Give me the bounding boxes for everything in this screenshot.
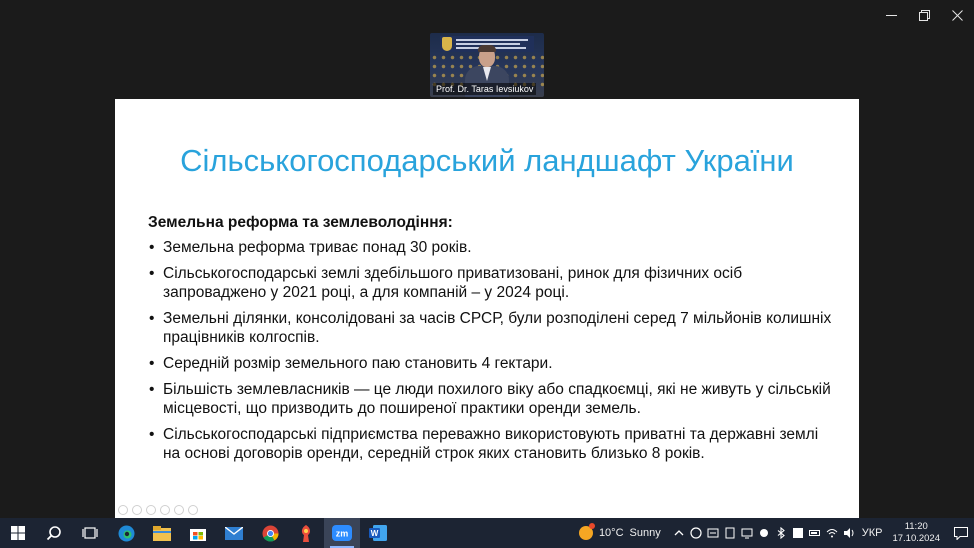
presentation-slide: Сільськогосподарський ландшафт України З… [115,99,859,518]
clock-date: 17.10.2024 [892,533,940,544]
mail-icon[interactable] [216,518,252,548]
viber-icon[interactable] [688,518,705,548]
bullet-item: Більшість землевласників — це люди похил… [148,380,838,418]
bullet-item: Земельна реформа триває понад 30 років. [148,238,838,257]
windows-start-icon[interactable] [0,518,36,548]
zoom-icon[interactable]: zm [324,518,360,548]
system-tray: 10°C Sunny УКР 11:20 17.10.2024 [578,518,974,548]
slides-grid-icon[interactable] [160,505,170,515]
pen-icon[interactable] [146,505,156,515]
zoom-slide-icon[interactable] [174,505,184,515]
task-view-icon[interactable] [72,518,108,548]
file-explorer-icon[interactable] [144,518,180,548]
close-icon[interactable] [941,0,974,30]
edge-icon[interactable] [108,518,144,548]
slide-body: Земельна реформа та землеволодіння: Земе… [148,213,838,470]
bluetooth-icon[interactable] [773,518,790,548]
weather-text: Sunny [629,527,661,539]
bullet-list: Земельна реформа триває понад 30 років. … [148,238,838,463]
emblem-icon [442,37,452,51]
word-icon[interactable]: W [360,518,396,548]
bullet-item: Середній розмір земельного паю становить… [148,354,838,373]
slide-subtitle: Земельна реформа та землеволодіння: [148,214,453,231]
next-slide-icon[interactable] [132,505,142,515]
chrome-icon[interactable] [252,518,288,548]
security-icon[interactable] [790,518,807,548]
pen-tray-icon[interactable] [705,518,722,548]
bullet-item: Сільськогосподарські землі здебільшого п… [148,264,838,302]
participant-name: Prof. Dr. Taras Ievsiukov [433,83,537,95]
display-icon[interactable] [739,518,756,548]
weather-widget[interactable]: 10°C Sunny [578,523,661,540]
more-options-icon[interactable] [188,505,198,515]
window-controls [875,0,974,30]
taskbar: zm W 10°C Sunny УКР 11:20 17.10.2024 [0,518,974,548]
speaker-video-tile[interactable]: Prof. Dr. Taras Ievsiukov [430,33,544,97]
app-icon[interactable] [288,518,324,548]
notification-icon[interactable] [948,518,974,548]
clock-time: 11:20 [904,521,928,532]
bullet-item: Сільськогосподарські підприємства перева… [148,425,838,463]
device-icon[interactable] [722,518,739,548]
clock[interactable]: 11:20 17.10.2024 [892,521,940,545]
volume-icon[interactable] [841,518,858,548]
minimize-icon[interactable] [875,0,908,30]
svg-text:W: W [371,529,379,538]
restore-icon[interactable] [908,0,941,30]
slide-nav-controls [118,505,198,515]
language-indicator[interactable]: УКР [862,527,883,539]
network-share-icon[interactable] [756,518,773,548]
chevron-up-icon[interactable] [671,518,688,548]
prev-slide-icon[interactable] [118,505,128,515]
bullet-item: Земельні ділянки, консолідовані за часів… [148,309,838,347]
wifi-icon[interactable] [824,518,841,548]
store-icon[interactable] [180,518,216,548]
svg-text:zm: zm [336,529,349,539]
search-icon[interactable] [36,518,72,548]
battery-icon[interactable] [807,518,824,548]
sun-icon [578,523,595,540]
weather-temp: 10°C [598,527,624,539]
slide-title: Сільськогосподарський ландшафт України [180,143,794,178]
